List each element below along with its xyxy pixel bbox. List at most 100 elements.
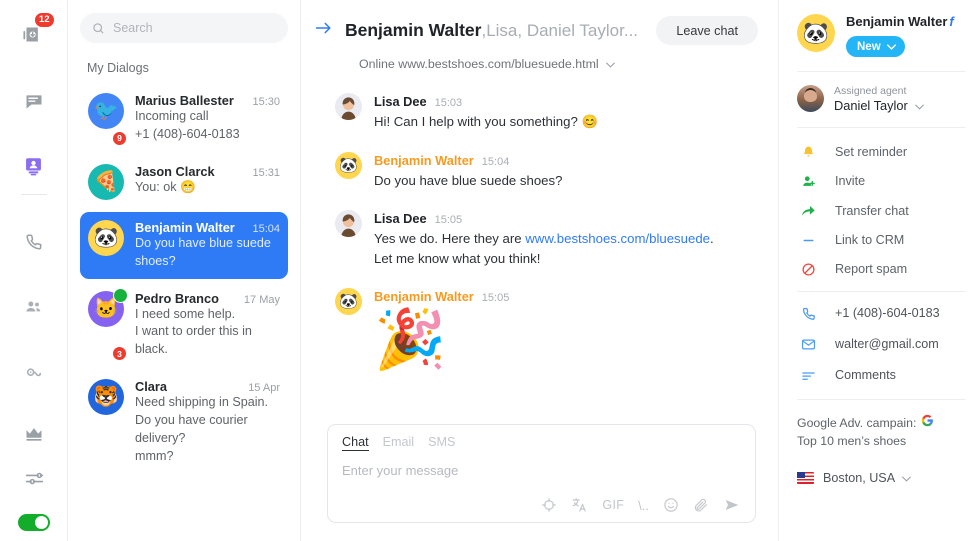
crown-icon[interactable]	[12, 412, 56, 456]
divider	[797, 71, 966, 72]
dialog-time: 15 Apr	[248, 382, 280, 395]
location-row[interactable]: Boston, USA	[797, 469, 966, 487]
action-label: Invite	[835, 174, 866, 189]
chevron-down-icon[interactable]	[914, 98, 924, 113]
assigned-agent-name-text: Daniel Taylor	[834, 97, 908, 113]
message: Lisa Dee 15:03 Hi! Can I help with you som…	[335, 93, 758, 132]
dialog-time: 15:04	[252, 222, 280, 235]
message-list: Lisa Dee 15:03 Hi! Can I help with you som…	[301, 71, 778, 424]
composer-tab-sms[interactable]: SMS	[428, 435, 455, 451]
leave-chat-button[interactable]: Leave chat	[656, 16, 758, 45]
divider	[797, 398, 966, 400]
contact-email-row[interactable]: walter@gmail.com	[797, 337, 966, 352]
dialog-time: 17 May	[243, 293, 280, 306]
composer-toolbar: GIF \..	[342, 497, 741, 513]
shortcut-icon[interactable]: \..	[638, 498, 649, 513]
action-set-reminder[interactable]: Set reminder	[797, 145, 966, 160]
team-icon[interactable]	[12, 285, 56, 329]
assigned-agent-row[interactable]: Assigned agent Daniel Taylor	[797, 85, 966, 113]
composer-area: Chat Email SMS GIF \..	[301, 424, 778, 541]
dialog-time: 15:31	[252, 166, 280, 179]
translate-icon[interactable]	[571, 497, 588, 513]
message-composer[interactable]: Chat Email SMS GIF \..	[327, 424, 756, 523]
dialog-name: Jason Clarck	[135, 163, 215, 179]
action-transfer-chat[interactable]: Transfer chat	[797, 203, 966, 219]
emoji-icon[interactable]	[663, 497, 679, 513]
action-invite[interactable]: Invite	[797, 174, 966, 189]
action-link-to-crm[interactable]: Link to CRM	[797, 233, 966, 248]
composer-tabs: Chat Email SMS	[342, 435, 741, 451]
message-author: Lisa Dee	[374, 211, 427, 227]
add-person-icon	[797, 174, 819, 189]
status-badge[interactable]: New	[846, 36, 905, 57]
chevron-down-icon[interactable]	[605, 57, 615, 71]
online-indicator	[113, 287, 128, 303]
assigned-agent-label: Assigned agent	[834, 85, 907, 97]
dialog-body: Pedro Branco 17 May I need some help. I wan…	[135, 291, 280, 360]
avatar: 🐼	[335, 288, 362, 316]
dialog-list-item[interactable]: 🐯 Clara 15 Apr Need shipping in Spain. Do yo…	[80, 371, 288, 474]
composer-tab-email[interactable]: Email	[383, 435, 415, 451]
assigned-agent-name[interactable]: Daniel Taylor	[834, 98, 924, 113]
dialog-list-item[interactable]: 🐼 Benjamin Walter 15:04 Do you have blue su…	[80, 211, 288, 279]
dialog-list-item[interactable]: 🐦 9 Marius Ballester 15:30 Incoming call +1 (…	[80, 85, 288, 152]
avatar: 🐦	[88, 93, 124, 129]
target-icon[interactable]	[541, 497, 557, 513]
avatar: 🐼	[88, 219, 124, 256]
dialog-list-item[interactable]: 🐱 3 Pedro Branco 17 May I need some help. I w…	[80, 283, 288, 368]
message-text: Do you have blue suede shoes?	[374, 172, 563, 188]
dialog-preview-line: shoes?	[135, 253, 176, 268]
chat-title-primary: Benjamin Walter	[345, 20, 482, 40]
chat-icon[interactable]	[12, 80, 56, 124]
dialog-top-row: Pedro Branco 17 May	[135, 291, 280, 306]
message-input[interactable]	[342, 463, 741, 478]
chevron-down-icon[interactable]	[886, 41, 896, 53]
attachment-icon[interactable]	[693, 497, 709, 513]
chat-status-line[interactable]: Online www.bestshoes.com/bluesuede.html	[359, 57, 758, 71]
dialog-time: 15:30	[252, 96, 280, 108]
contact-info-panel: 🐼 Benjamin Walter f New Assigned agent D…	[779, 0, 980, 541]
message-author: Benjamin Walter	[374, 152, 474, 168]
message-body: Lisa Dee 15:03 Hi! Can I help with you som…	[374, 93, 758, 132]
forward-arrow-icon[interactable]	[315, 21, 333, 40]
message-header: Lisa Dee 15:05	[374, 211, 758, 226]
action-report-spam[interactable]: Report spam	[797, 262, 966, 277]
action-label: Link to CRM	[835, 233, 905, 248]
us-flag-icon	[797, 471, 814, 484]
message-time: 15:03	[434, 97, 463, 109]
message-header: Benjamin Walter 15:05	[374, 289, 758, 304]
dialog-preview-line: You: ok 😁	[135, 179, 196, 194]
search-bar[interactable]	[80, 13, 288, 43]
message-link[interactable]: www.bestshoes.com/bluesuede	[525, 231, 710, 246]
chat-header: Benjamin Walter,Lisa, Daniel Taylor... L…	[301, 0, 778, 71]
message-text: Yes we do. Here they are www.bestshoes.c…	[374, 231, 714, 247]
settings-sliders-icon[interactable]	[12, 456, 56, 500]
dialog-top-row: Marius Ballester 15:30	[135, 93, 280, 108]
contact-phone: +1 (408)-604-0183	[835, 306, 940, 321]
contact-comments-row[interactable]: Comments	[797, 368, 966, 383]
phone-icon[interactable]	[12, 219, 56, 263]
avatar: 🐯	[88, 379, 124, 416]
google-icon	[921, 414, 934, 433]
search-input[interactable]	[113, 21, 276, 35]
chevron-down-icon[interactable]	[902, 469, 911, 487]
composer-tab-chat[interactable]: Chat	[342, 435, 369, 451]
contact-phone-row[interactable]: +1 (408)-604-0183	[797, 306, 966, 321]
inbox-icon[interactable]: 12	[12, 12, 56, 56]
analytics-icon[interactable]	[12, 351, 56, 395]
availability-toggle[interactable]	[18, 514, 50, 531]
contact-comments: Comments	[835, 368, 896, 383]
send-icon[interactable]	[723, 497, 741, 513]
dialog-avatar-wrap: 🐦 9	[88, 93, 127, 146]
message-text: Let me know what you think!	[374, 250, 541, 266]
search-icon	[93, 22, 104, 33]
gif-icon[interactable]: GIF	[602, 498, 624, 512]
message: 🐼 Benjamin Walter 15:05 🎉	[335, 288, 758, 372]
dialog-preview-line: I need some help.	[135, 306, 236, 321]
rail-bottom-group	[0, 412, 68, 531]
contacts-icon[interactable]	[12, 144, 56, 188]
contact-name: Benjamin Walter f	[846, 14, 954, 29]
dialog-list-title: My Dialogs	[87, 61, 149, 75]
dialog-list-item[interactable]: 🍕 Jason Clarck 15:31 You: ok 😁	[80, 156, 288, 208]
avatar: 🐼	[797, 14, 835, 52]
